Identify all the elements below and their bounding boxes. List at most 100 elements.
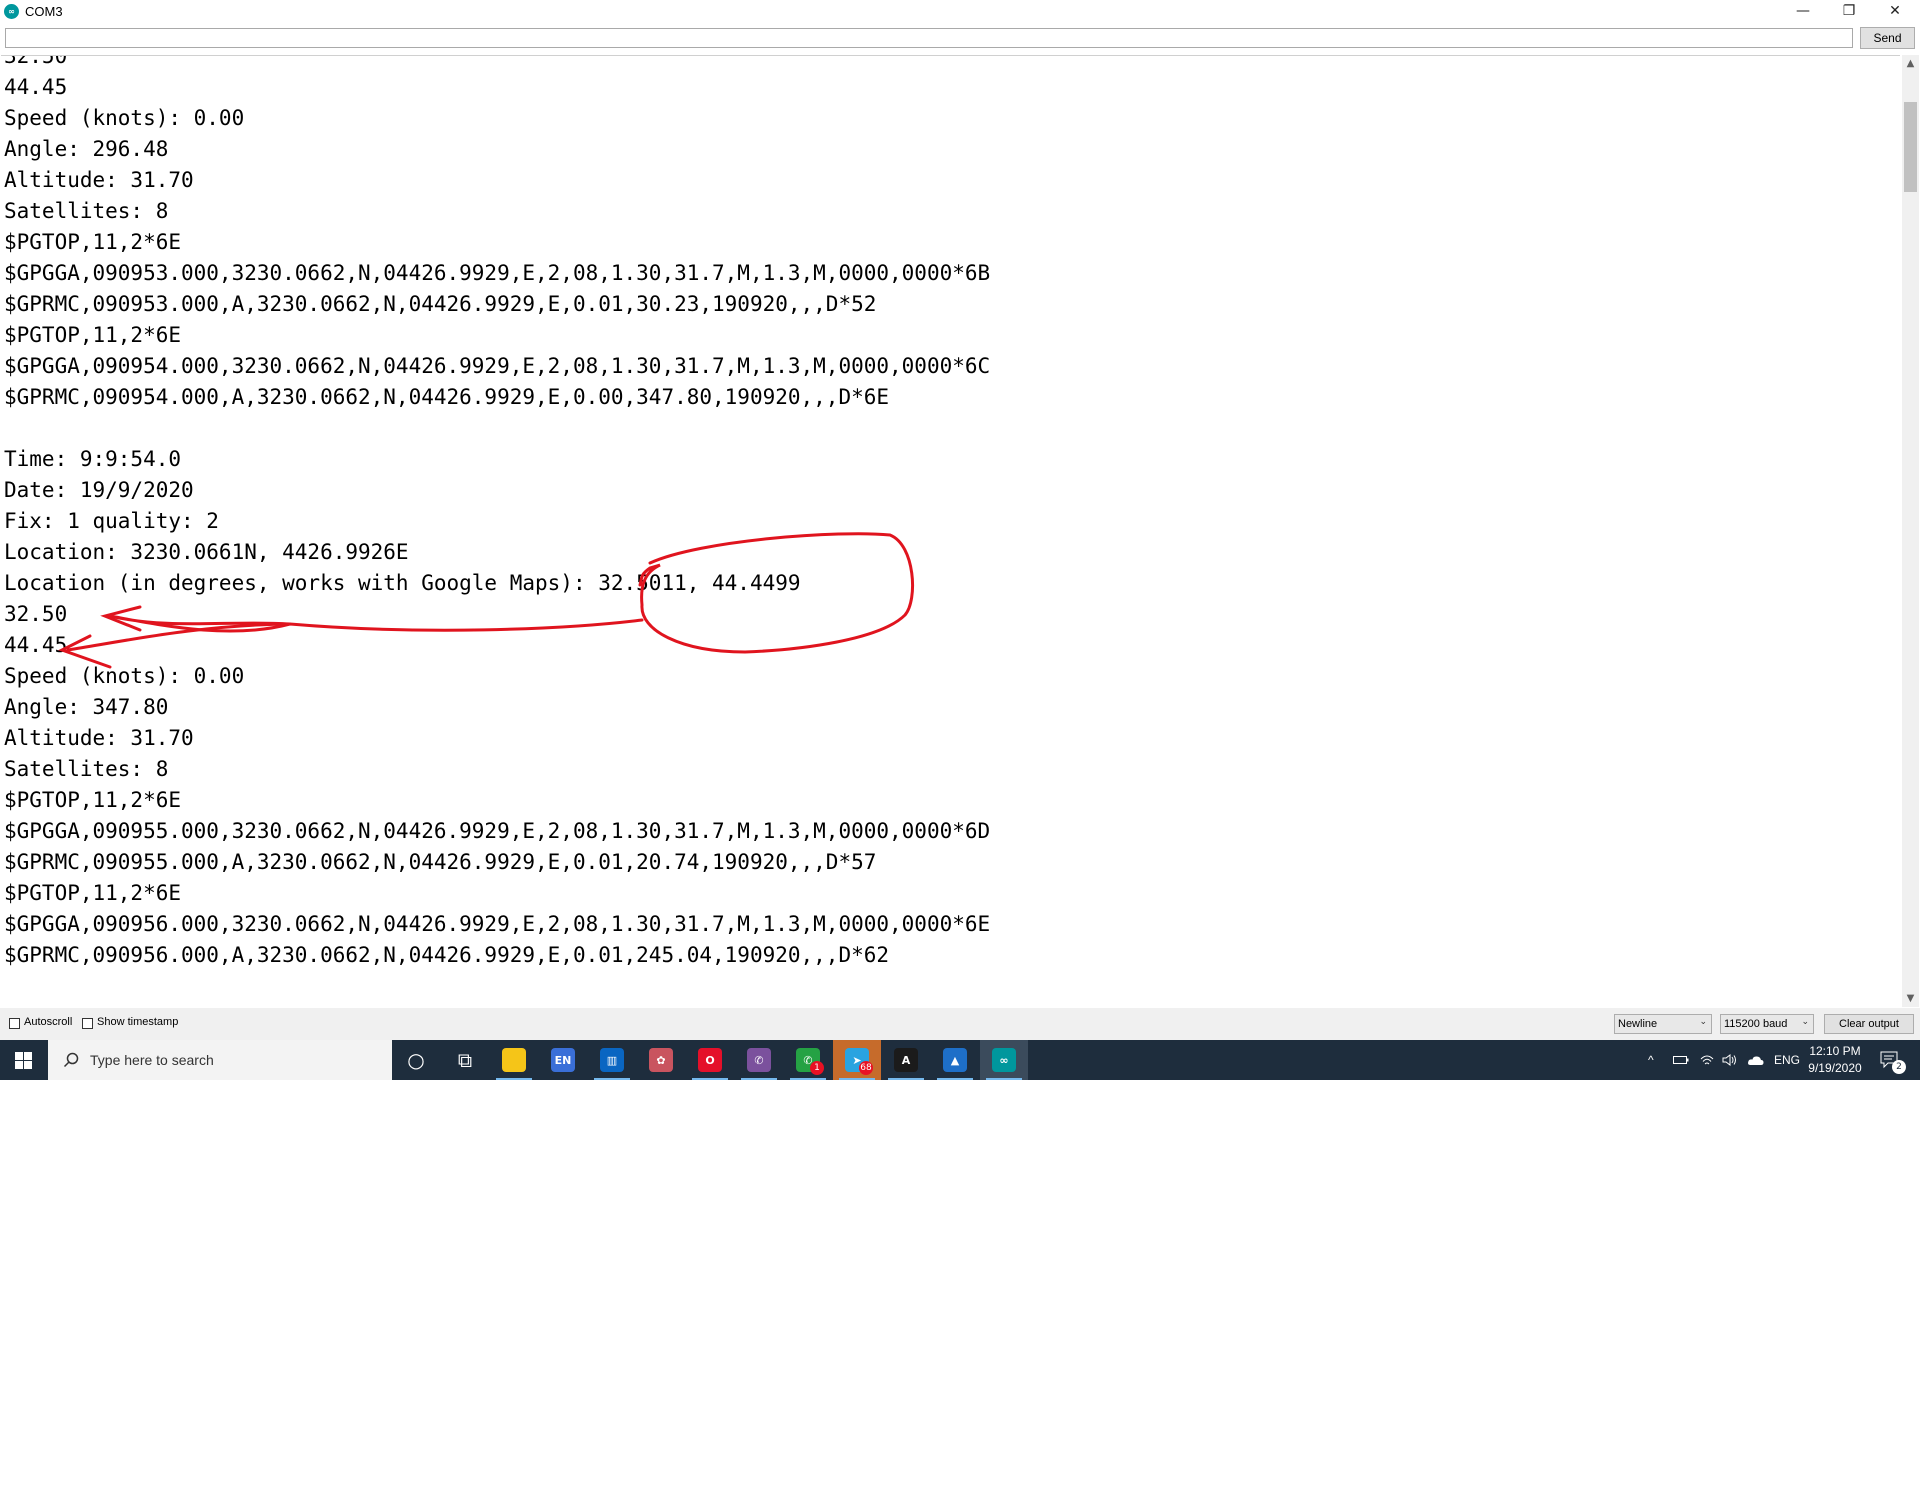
output-line: Angle: 296.48 bbox=[4, 137, 169, 161]
chevron-down-icon: ⌄ bbox=[1699, 1017, 1707, 1027]
window-title: COM3 bbox=[25, 3, 63, 19]
app-badge: 68 bbox=[859, 1061, 873, 1075]
scroll-down-icon[interactable]: ▼ bbox=[1902, 990, 1919, 1007]
taskbar-app-cortana[interactable]: ○ bbox=[392, 1040, 440, 1080]
show-timestamp-checkbox[interactable] bbox=[82, 1018, 93, 1029]
output-line: Speed (knots): 0.00 bbox=[4, 106, 245, 130]
vertical-scrollbar[interactable]: ▲ ▼ bbox=[1902, 55, 1919, 1007]
output-line: Speed (knots): 0.00 bbox=[4, 664, 245, 688]
language-indicator[interactable]: ENG bbox=[1774, 1040, 1800, 1080]
output-line: $GPRMC,090955.000,A,3230.0662,N,04426.99… bbox=[4, 850, 877, 874]
taskbar-app-photos[interactable]: ▲ bbox=[931, 1040, 979, 1080]
taskbar-app-dictionary[interactable]: EN bbox=[539, 1040, 587, 1080]
chevron-down-icon: ⌄ bbox=[1801, 1017, 1809, 1027]
output-line: $GPGGA,090955.000,3230.0662,N,04426.9929… bbox=[4, 819, 991, 843]
search-placeholder: Type here to search bbox=[90, 1052, 214, 1068]
taskbar-app-opera[interactable]: O bbox=[686, 1040, 734, 1080]
taskbar-app-telegram[interactable]: ➤ 68 bbox=[833, 1040, 881, 1080]
file-explorer-icon bbox=[502, 1048, 526, 1072]
title-bar: ∞ COM3 — ❐ ✕ bbox=[0, 0, 1920, 22]
taskbar-app-file-explorer[interactable] bbox=[490, 1040, 538, 1080]
taskbar-app-app[interactable]: ✿ bbox=[637, 1040, 685, 1080]
output-line: Location (in degrees, works with Google … bbox=[4, 571, 801, 595]
running-indicator bbox=[888, 1078, 924, 1080]
line-ending-select[interactable]: Newline ⌄ bbox=[1614, 1014, 1712, 1034]
output-line: $PGTOP,11,2*6E bbox=[4, 788, 182, 812]
start-button[interactable] bbox=[0, 1040, 47, 1080]
volume-icon[interactable] bbox=[1722, 1040, 1738, 1080]
tray-chevron-icon[interactable]: ^ bbox=[1648, 1040, 1654, 1080]
autoscroll-checkbox[interactable] bbox=[9, 1018, 20, 1029]
notifications-icon[interactable]: 2 bbox=[1880, 1040, 1906, 1080]
serial-output[interactable]: 32.50 44.45 Speed (knots): 0.00 Angle: 296.… bbox=[1, 55, 1900, 1009]
clock-time: 12:10 PM bbox=[1809, 1044, 1861, 1058]
taskbar-app-whatsapp[interactable]: ✆ 1 bbox=[784, 1040, 832, 1080]
notification-count: 2 bbox=[1892, 1060, 1906, 1074]
taskbar-app-task-view[interactable]: ⧉ bbox=[441, 1040, 489, 1080]
restore-button[interactable]: ❐ bbox=[1826, 0, 1872, 22]
line-ending-value: Newline bbox=[1618, 1018, 1658, 1030]
send-input[interactable] bbox=[5, 28, 1853, 48]
taskbar-app-viber[interactable]: ✆ bbox=[735, 1040, 783, 1080]
scrollbar-thumb[interactable] bbox=[1904, 102, 1917, 192]
running-indicator bbox=[839, 1078, 875, 1080]
output-line: 32.50 bbox=[4, 55, 68, 68]
send-button[interactable]: Send bbox=[1860, 27, 1915, 49]
search-icon bbox=[62, 1051, 80, 1069]
output-line: Altitude: 31.70 bbox=[4, 726, 194, 750]
output-line: $GPGGA,090954.000,3230.0662,N,04426.9929… bbox=[4, 354, 991, 378]
wifi-icon[interactable] bbox=[1700, 1040, 1714, 1080]
output-line: Location: 3230.0661N, 4426.9926E bbox=[4, 540, 409, 564]
output-line: $PGTOP,11,2*6E bbox=[4, 230, 182, 254]
opera-icon: O bbox=[698, 1048, 722, 1072]
task-view-icon: ⧉ bbox=[457, 1048, 473, 1072]
close-button[interactable]: ✕ bbox=[1872, 0, 1918, 22]
autoscroll-label: Autoscroll bbox=[24, 1016, 73, 1028]
output-line: Altitude: 31.70 bbox=[4, 168, 194, 192]
baud-rate-select[interactable]: 115200 baud ⌄ bbox=[1720, 1014, 1814, 1034]
running-indicator bbox=[594, 1078, 630, 1080]
running-indicator bbox=[741, 1078, 777, 1080]
onedrive-icon[interactable] bbox=[1746, 1040, 1764, 1080]
output-text: 32.50 44.45 Speed (knots): 0.00 Angle: 296.… bbox=[4, 55, 991, 1008]
arduino-icon: ∞ bbox=[992, 1048, 1016, 1072]
app-icon: ✿ bbox=[649, 1048, 673, 1072]
running-indicator bbox=[790, 1078, 826, 1080]
output-line: 44.45 bbox=[4, 633, 68, 657]
output-line: Time: 9:9:54.0 bbox=[4, 447, 182, 471]
output-line: Angle: 347.80 bbox=[4, 695, 169, 719]
app-badge: 1 bbox=[810, 1061, 824, 1075]
photos-icon: ▲ bbox=[943, 1048, 967, 1072]
output-line: Satellites: 8 bbox=[4, 757, 169, 781]
output-line: Date: 19/9/2020 bbox=[4, 478, 194, 502]
scroll-up-icon[interactable]: ▲ bbox=[1902, 55, 1919, 72]
minimize-button[interactable]: — bbox=[1780, 0, 1826, 22]
output-line: Fix: 1 quality: 2 bbox=[4, 509, 219, 533]
clock[interactable]: 12:10 PM 9/19/2020 bbox=[1800, 1043, 1870, 1077]
baud-rate-value: 115200 baud bbox=[1724, 1018, 1788, 1030]
running-indicator bbox=[937, 1078, 973, 1080]
output-line: $GPGGA,090956.000,3230.0662,N,04426.9929… bbox=[4, 912, 991, 936]
acrobat-icon: A bbox=[894, 1048, 918, 1072]
battery-icon[interactable] bbox=[1673, 1040, 1689, 1080]
serial-options-bar: Autoscroll Show timestamp Newline ⌄ 1152… bbox=[0, 1008, 1920, 1040]
output-line: $GPRMC,090956.000,A,3230.0662,N,04426.99… bbox=[4, 943, 890, 967]
running-indicator bbox=[496, 1078, 532, 1080]
clear-output-button[interactable]: Clear output bbox=[1824, 1014, 1914, 1034]
show-timestamp-label: Show timestamp bbox=[97, 1016, 179, 1028]
windows-icon bbox=[15, 1051, 32, 1069]
output-line: $PGTOP,11,2*6E bbox=[4, 881, 182, 905]
clock-date: 9/19/2020 bbox=[1808, 1061, 1862, 1075]
taskbar-app-trello[interactable]: ▥ bbox=[588, 1040, 636, 1080]
taskbar: Type here to search ○ ⧉ EN ▥ ✿ O ✆ ✆ 1 ➤ 68 A ▲ ∞ ^ E… bbox=[0, 1040, 1920, 1080]
output-line: $PGTOP,11,2*6E bbox=[4, 323, 182, 347]
output-line: 32.50 bbox=[4, 602, 68, 626]
cortana-icon: ○ bbox=[407, 1048, 425, 1072]
running-indicator bbox=[692, 1078, 728, 1080]
taskbar-app-arduino[interactable]: ∞ bbox=[980, 1040, 1028, 1080]
taskbar-search[interactable]: Type here to search bbox=[48, 1040, 392, 1080]
output-line: $GPGGA,090953.000,3230.0662,N,04426.9929… bbox=[4, 261, 991, 285]
taskbar-app-acrobat[interactable]: A bbox=[882, 1040, 930, 1080]
